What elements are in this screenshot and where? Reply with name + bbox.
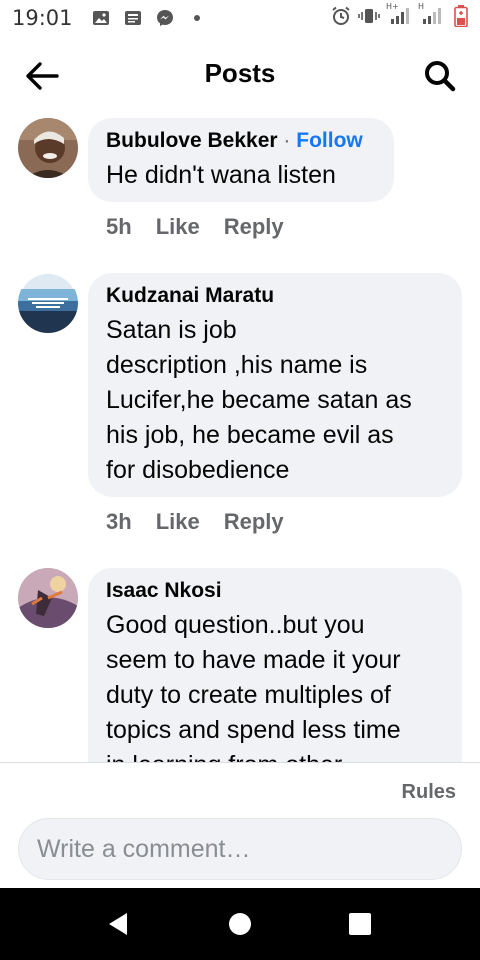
network-type-label: H [418,2,425,11]
like-button[interactable]: Like [156,509,200,535]
network-type-label: H+ [386,2,399,11]
comments-feed[interactable]: Bubulove Bekker · Follow He didn't wana … [0,116,480,762]
comment-author[interactable]: Isaac Nkosi [106,578,444,604]
comment-text-line: Satan is job [106,316,237,344]
system-icons: H+ H [330,2,472,27]
reply-button[interactable]: Reply [224,214,284,240]
comment-bubble[interactable]: Kudzanai Maratu Satan is job description… [88,273,462,497]
comment-text-line: duty to create multiples of [106,681,391,709]
triangle-back-icon [109,913,127,935]
comment-composer: Rules Write a comment… [0,762,480,889]
messenger-icon [154,8,176,28]
dot-icon [186,8,208,28]
notification-icons [90,8,208,28]
comment-text-line: topics and spend less time [106,716,401,744]
status-bar: 19:01 H+ H [0,0,480,36]
comment-text-line: for disobedience [106,456,290,484]
follow-button[interactable]: Follow [296,129,363,152]
comment-text-line: Good question..but you [106,611,365,639]
search-icon [425,61,456,92]
comment-item: Kudzanai Maratu Satan is job description… [0,273,480,553]
status-time: 19:01 [12,6,73,30]
comment-text-line: seem to have made it your [106,646,401,674]
comment-item: Isaac Nkosi Good question..but you seem … [0,568,480,762]
comment-text-line: in learning from other [106,748,444,762]
comment-author[interactable]: Bubulove Bekker [106,129,278,152]
like-button[interactable]: Like [156,214,200,240]
vibrate-icon [358,6,380,26]
system-nav-bar [0,888,480,960]
signal-icon: H [418,2,444,26]
rules-link[interactable]: Rules [402,781,456,804]
comment-bubble[interactable]: Bubulove Bekker · Follow He didn't wana … [88,118,394,202]
avatar[interactable] [18,568,78,628]
comment-author[interactable]: Kudzanai Maratu [106,283,444,309]
reply-button[interactable]: Reply [224,509,284,535]
comment-input[interactable]: Write a comment… [18,818,462,880]
news-icon [122,8,144,28]
top-bar: Posts [0,36,480,116]
nav-home-button[interactable] [220,904,260,944]
page-title: Posts [204,58,276,88]
comment-time: 5h [106,214,132,239]
comment-actions: 3h Like Reply [106,509,284,535]
comment-text: Satan is job description ,his name is Lu… [106,313,444,488]
comment-bubble[interactable]: Isaac Nkosi Good question..but you seem … [88,568,462,762]
alarm-icon [330,6,352,26]
comment-text-line: description ,his name is [106,351,368,379]
comment-time: 3h [106,509,132,534]
battery-icon [450,5,472,27]
avatar[interactable] [18,118,78,178]
comment-item: Bubulove Bekker · Follow He didn't wana … [0,116,480,256]
comment-author-row: Bubulove Bekker · Follow [106,128,376,154]
separator-dot: · [283,129,291,152]
avatar[interactable] [18,273,78,333]
signal-icon: H+ [386,2,412,26]
search-button[interactable] [418,54,462,98]
comment-actions: 5h Like Reply [106,214,284,240]
comment-text: Good question..but you seem to have made… [106,608,444,762]
image-icon [90,8,112,28]
square-recents-icon [349,913,371,935]
nav-back-button[interactable] [98,904,138,944]
comment-text-line: Lucifer,he became satan as [106,386,412,414]
comment-text: He didn't wana listen [106,161,336,189]
nav-recents-button[interactable] [340,904,380,944]
circle-home-icon [229,913,251,935]
comment-text-line: his job, he became evil as [106,421,394,449]
